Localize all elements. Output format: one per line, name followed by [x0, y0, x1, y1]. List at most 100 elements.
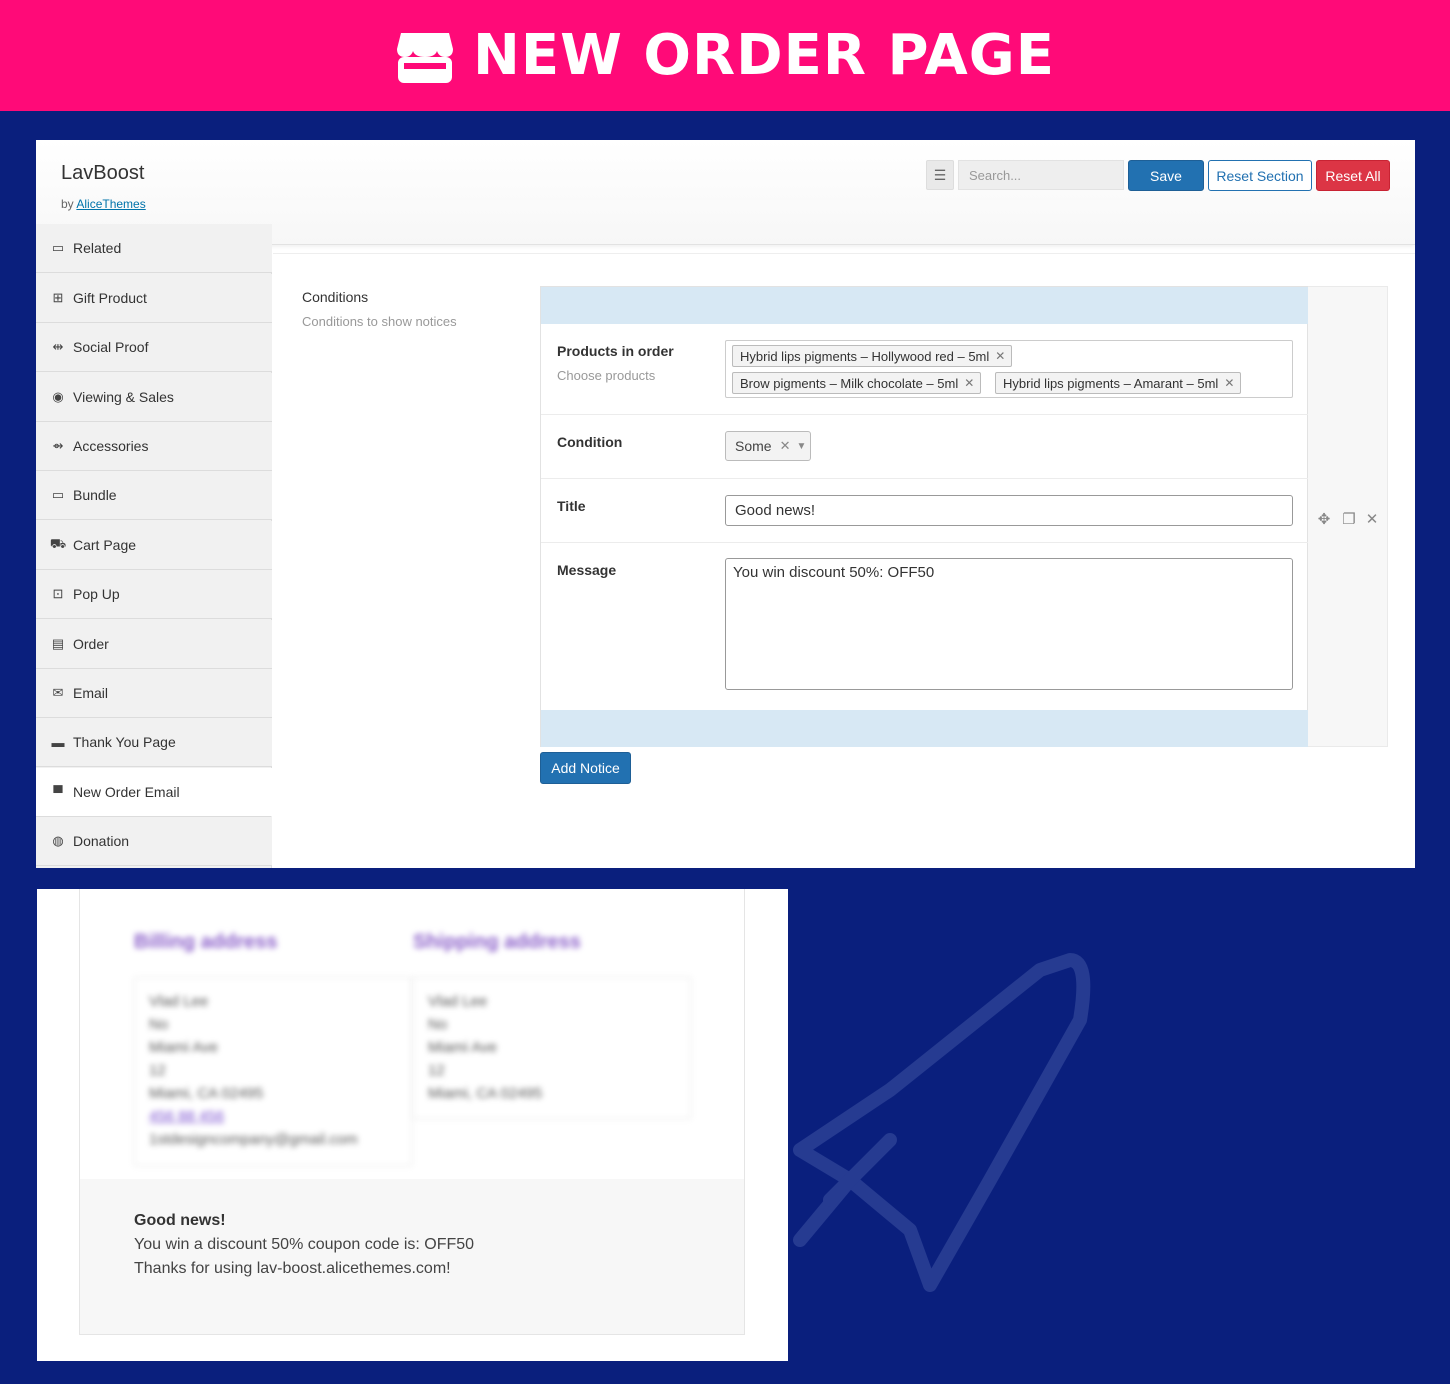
- email-body: Billing address Shipping address Vlad Le…: [79, 889, 745, 1335]
- sidebar-item-label: Accessories: [73, 438, 149, 454]
- message-label: Message: [557, 562, 617, 578]
- save-button[interactable]: Save: [1128, 160, 1204, 191]
- email-preview: Billing address Shipping address Vlad Le…: [37, 889, 788, 1361]
- sidebar-item-label: Social Proof: [73, 339, 149, 355]
- sidebar-item-accessories[interactable]: ⇴ Accessories: [36, 422, 272, 471]
- product-tag-label: Brow pigments – Milk chocolate – 5ml: [740, 375, 959, 391]
- condition-select[interactable]: Some ✕ ▼: [725, 431, 811, 461]
- products-select[interactable]: Hybrid lips pigments – Hollywood red – 5…: [725, 340, 1293, 398]
- popup-icon: ⊡: [52, 586, 64, 601]
- sidebar-item-gift-product[interactable]: ⊞ Gift Product: [36, 274, 272, 323]
- sidebar: ▭ Related ⊞ Gift Product ⇹ Social Proof ◉ Vi…: [36, 224, 272, 868]
- sidebar-item-label: Cart Page: [73, 537, 137, 553]
- address-line: Miami Ave: [149, 1039, 218, 1056]
- sidebar-item-donation[interactable]: ◍ Donation: [36, 817, 272, 866]
- shipping-address-box: Vlad Lee No Miami Ave 12 Miami, CA 02495: [413, 977, 691, 1119]
- product-tag-label: Hybrid lips pigments – Amarant – 5ml: [1003, 375, 1219, 391]
- sidebar-item-email[interactable]: ✉ Email: [36, 669, 272, 718]
- app-name: LavBoost: [61, 162, 145, 184]
- notice-header-band: [541, 287, 1309, 324]
- page-banner: NEW ORDER PAGE: [0, 0, 1450, 111]
- sidebar-item-new-order-email[interactable]: ▀ New Order Email: [36, 768, 272, 817]
- condition-row: Condition Some ✕ ▼: [541, 415, 1309, 479]
- sidebar-item-label: Pop Up: [73, 586, 120, 602]
- move-icon[interactable]: ✥: [1314, 509, 1334, 529]
- social-icon: ⇹: [52, 339, 64, 354]
- document-icon: ▤: [51, 636, 65, 651]
- product-tag: Brow pigments – Milk chocolate – 5ml ✕: [732, 372, 982, 394]
- store-icon: [397, 32, 454, 83]
- cart-icon: ⛟: [49, 536, 67, 551]
- settings-content: Conditions Conditions to show notices Pr…: [273, 253, 1415, 868]
- usb-icon: ⇴: [52, 438, 64, 453]
- products-label: Products in order: [557, 343, 674, 359]
- title-row: Title: [541, 479, 1309, 543]
- search-input[interactable]: [958, 160, 1124, 190]
- sidebar-item-label: Gift Product: [73, 290, 147, 306]
- sidebar-item-social-proof[interactable]: ⇹ Social Proof: [36, 323, 272, 372]
- duplicate-icon[interactable]: ❐: [1339, 509, 1359, 529]
- chevron-down-icon: ▼: [796, 440, 807, 452]
- sidebar-item-label: Bundle: [73, 487, 117, 503]
- address-line: 12: [149, 1062, 166, 1079]
- clear-icon[interactable]: ✕: [780, 438, 791, 454]
- conditions-title: Conditions: [302, 289, 369, 305]
- sidebar-item-thank-you-page[interactable]: ▬ Thank You Page: [36, 718, 272, 767]
- store-icon: ▀: [53, 784, 63, 800]
- sidebar-item-order[interactable]: ▤ Order: [36, 620, 272, 669]
- products-row: Products in order Choose products Hybrid…: [541, 324, 1309, 415]
- app-byline: by AliceThemes: [61, 197, 146, 211]
- sidebar-item-label: New Order Email: [73, 784, 180, 800]
- title-input[interactable]: [725, 495, 1293, 526]
- sidebar-item-pop-up[interactable]: ⊡ Pop Up: [36, 570, 272, 619]
- author-link[interactable]: AliceThemes: [76, 197, 145, 211]
- sidebar-item-viewing-sales[interactable]: ◉ Viewing & Sales: [36, 373, 272, 422]
- sidebar-item-label: Donation: [73, 833, 130, 849]
- address-line: 12: [428, 1062, 445, 1079]
- rocket-icon: [793, 953, 1091, 1292]
- condition-value: Some: [735, 438, 772, 454]
- address-line: No: [149, 1016, 169, 1033]
- banner-title: NEW ORDER PAGE: [473, 23, 1055, 88]
- product-tag: Hybrid lips pigments – Hollywood red – 5…: [732, 345, 1013, 367]
- product-tag-label: Hybrid lips pigments – Hollywood red – 5…: [740, 348, 990, 364]
- sidebar-item-cart-page[interactable]: ⛟ Cart Page: [36, 521, 272, 570]
- conditions-subtitle: Conditions to show notices: [302, 314, 457, 329]
- title-label: Title: [557, 498, 586, 514]
- sidebar-item-label: Email: [73, 685, 109, 701]
- email-address-section: Billing address Shipping address Vlad Le…: [80, 889, 744, 1179]
- notice-footer-band: [541, 710, 1309, 747]
- message-textarea[interactable]: You win discount 50%: OFF50: [725, 558, 1293, 690]
- sidebar-item-label: Related: [73, 240, 122, 256]
- donation-icon: ◍: [52, 833, 64, 848]
- email-notice-line: You win a discount 50% coupon code is: O…: [134, 1236, 475, 1253]
- message-row: Message You win discount 50%: OFF50: [541, 543, 1309, 710]
- remove-icon[interactable]: ✕: [964, 376, 974, 390]
- reset-section-button[interactable]: Reset Section: [1208, 160, 1312, 191]
- sidebar-item-label: Order: [73, 636, 109, 652]
- address-line: Vlad Lee: [149, 993, 209, 1010]
- remove-icon[interactable]: ✕: [1224, 376, 1234, 390]
- sidebar-item-label: Thank You Page: [73, 734, 176, 750]
- reset-all-button[interactable]: Reset All: [1316, 160, 1390, 191]
- product-tag: Hybrid lips pigments – Amarant – 5ml ✕: [995, 372, 1242, 394]
- laptop-icon: ▭: [51, 240, 65, 255]
- address-line: Miami, CA 02495: [428, 1085, 543, 1102]
- notice-tools: ✥ ❐ ✕: [1308, 286, 1388, 747]
- notice-card: Products in order Choose products Hybrid…: [540, 286, 1309, 747]
- email-notice-line: Thanks for using lav-boost.alicethemes.c…: [134, 1260, 451, 1277]
- expand-options-button[interactable]: ☰: [926, 160, 954, 190]
- admin-panel: LavBoost by AliceThemes ☰ Save Reset Sec…: [36, 140, 1415, 868]
- address-line: No: [428, 1016, 448, 1033]
- sidebar-item-related[interactable]: ▭ Related: [36, 224, 272, 273]
- close-icon[interactable]: ✕: [1362, 509, 1382, 529]
- remove-icon[interactable]: ✕: [995, 349, 1005, 363]
- sidebar-item-bundle[interactable]: ▭ Bundle: [36, 471, 272, 520]
- email-notice-title: Good news!: [134, 1212, 226, 1229]
- address-line: Vlad Lee: [428, 993, 488, 1010]
- add-notice-button[interactable]: Add Notice: [540, 752, 631, 784]
- phone-link[interactable]: 456 88 456: [149, 1105, 397, 1128]
- gift-icon: ⊞: [52, 290, 64, 305]
- sidebar-item-label: Viewing & Sales: [73, 389, 174, 405]
- eye-icon: ◉: [52, 389, 64, 404]
